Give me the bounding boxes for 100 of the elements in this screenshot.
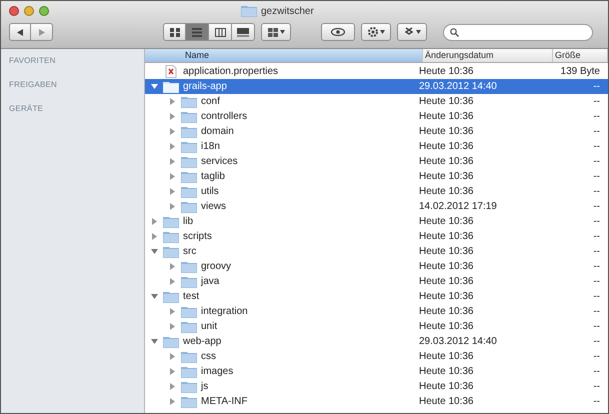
gear-icon bbox=[368, 27, 378, 37]
file-row[interactable]: test Heute 10:36 -- bbox=[145, 289, 608, 304]
column-header[interactable]: Name bbox=[145, 49, 423, 62]
collapsed-triangle-icon[interactable] bbox=[168, 188, 176, 195]
folder-icon bbox=[181, 170, 197, 182]
folder-icon bbox=[241, 5, 257, 17]
collapsed-triangle-icon[interactable] bbox=[150, 233, 158, 240]
file-row[interactable]: scripts Heute 10:36 -- bbox=[145, 229, 608, 244]
file-row[interactable]: src Heute 10:36 -- bbox=[145, 244, 608, 259]
zoom-button[interactable] bbox=[39, 6, 49, 16]
collapsed-triangle-icon[interactable] bbox=[168, 143, 176, 150]
file-row[interactable]: taglib Heute 10:36 -- bbox=[145, 169, 608, 184]
folder-icon bbox=[181, 276, 197, 288]
file-row[interactable]: application.properties Heute 10:36 139 Byte bbox=[145, 64, 608, 79]
collapsed-triangle-icon[interactable] bbox=[168, 128, 176, 135]
quick-look-button[interactable] bbox=[321, 23, 355, 41]
folder-icon bbox=[181, 366, 197, 378]
modified-date: Heute 10:36 bbox=[419, 350, 474, 364]
eye-icon bbox=[331, 28, 345, 36]
file-row[interactable]: i18n Heute 10:36 -- bbox=[145, 139, 608, 154]
file-size: -- bbox=[592, 395, 601, 409]
view-mode-button[interactable] bbox=[209, 23, 232, 41]
file-name: utils bbox=[201, 185, 219, 199]
file-row[interactable]: grails-app 29.03.2012 14:40 -- bbox=[145, 79, 608, 94]
view-mode-button[interactable] bbox=[232, 23, 255, 41]
file-row[interactable]: META-INF Heute 10:36 -- bbox=[145, 394, 608, 409]
collapsed-triangle-icon[interactable] bbox=[168, 98, 176, 105]
collapsed-triangle-icon[interactable] bbox=[168, 368, 176, 375]
close-button[interactable] bbox=[9, 6, 19, 16]
file-row[interactable]: images Heute 10:36 -- bbox=[145, 364, 608, 379]
collapsed-triangle-icon[interactable] bbox=[168, 398, 176, 405]
expanded-triangle-icon[interactable] bbox=[150, 293, 158, 300]
collapsed-triangle-icon[interactable] bbox=[168, 278, 176, 285]
collapsed-triangle-icon[interactable] bbox=[168, 263, 176, 270]
folder-icon bbox=[181, 350, 197, 362]
file-size: -- bbox=[592, 365, 601, 379]
minimize-button[interactable] bbox=[24, 6, 34, 16]
file-name: scripts bbox=[183, 230, 212, 244]
arrange-button[interactable] bbox=[261, 23, 291, 41]
file-size: -- bbox=[592, 275, 601, 289]
file-row[interactable]: java Heute 10:36 -- bbox=[145, 274, 608, 289]
file-name: controllers bbox=[201, 110, 248, 124]
folder-icon bbox=[181, 140, 197, 152]
expanded-triangle-icon[interactable] bbox=[150, 338, 158, 345]
modified-date: Heute 10:36 bbox=[419, 185, 474, 199]
collapsed-triangle-icon[interactable] bbox=[168, 308, 176, 315]
file-row[interactable]: web-app 29.03.2012 14:40 -- bbox=[145, 334, 608, 349]
collapsed-triangle-icon[interactable] bbox=[168, 383, 176, 390]
column-header[interactable]: Änderungsdatum bbox=[423, 49, 553, 62]
file-size: -- bbox=[592, 305, 601, 319]
search-field[interactable] bbox=[443, 24, 593, 40]
modified-date: Heute 10:36 bbox=[419, 65, 474, 79]
back-button[interactable] bbox=[9, 23, 31, 41]
collapsed-triangle-icon[interactable] bbox=[168, 113, 176, 120]
collapsed-triangle-icon[interactable] bbox=[168, 323, 176, 330]
collapsed-triangle-icon[interactable] bbox=[168, 158, 176, 165]
modified-date: Heute 10:36 bbox=[419, 230, 474, 244]
collapsed-triangle-icon[interactable] bbox=[168, 353, 176, 360]
file-row[interactable]: lib Heute 10:36 -- bbox=[145, 214, 608, 229]
file-row[interactable]: css Heute 10:36 -- bbox=[145, 349, 608, 364]
collapsed-triangle-icon[interactable] bbox=[168, 203, 176, 210]
collapsed-triangle-icon[interactable] bbox=[150, 218, 158, 225]
file-row[interactable]: conf Heute 10:36 -- bbox=[145, 94, 608, 109]
icon-view-icon bbox=[170, 28, 180, 36]
file-row[interactable]: domain Heute 10:36 -- bbox=[145, 124, 608, 139]
file-row[interactable]: integration Heute 10:36 -- bbox=[145, 304, 608, 319]
modified-date: Heute 10:36 bbox=[419, 275, 474, 289]
file-row[interactable]: groovy Heute 10:36 -- bbox=[145, 259, 608, 274]
file-row[interactable]: controllers Heute 10:36 -- bbox=[145, 109, 608, 124]
modified-date: Heute 10:36 bbox=[419, 140, 474, 154]
column-header[interactable]: Größe bbox=[553, 49, 608, 62]
file-name: conf bbox=[201, 95, 220, 109]
view-mode-button[interactable] bbox=[163, 23, 186, 41]
file-size: -- bbox=[592, 200, 601, 214]
folder-icon bbox=[163, 216, 179, 228]
folder-icon bbox=[181, 320, 197, 332]
window-title: gezwitscher bbox=[261, 4, 314, 18]
folder-icon bbox=[181, 156, 197, 168]
expanded-triangle-icon[interactable] bbox=[150, 83, 158, 90]
file-row[interactable]: js Heute 10:36 -- bbox=[145, 379, 608, 394]
file-row[interactable]: utils Heute 10:36 -- bbox=[145, 184, 608, 199]
document-icon bbox=[165, 65, 177, 78]
file-name: images bbox=[201, 365, 234, 379]
search-icon bbox=[450, 28, 459, 36]
folder-icon bbox=[163, 336, 179, 348]
action-button[interactable] bbox=[361, 23, 391, 41]
file-name: js bbox=[201, 380, 208, 394]
folder-icon bbox=[163, 80, 179, 92]
sidebar-section-heading: GERÄTE bbox=[9, 103, 44, 115]
file-size: -- bbox=[592, 290, 601, 304]
file-row[interactable]: unit Heute 10:36 -- bbox=[145, 319, 608, 334]
modified-date: Heute 10:36 bbox=[419, 320, 474, 334]
modified-date: Heute 10:36 bbox=[419, 365, 474, 379]
expanded-triangle-icon[interactable] bbox=[150, 248, 158, 255]
forward-arrow-icon bbox=[38, 28, 44, 36]
share-button[interactable] bbox=[397, 23, 427, 41]
collapsed-triangle-icon[interactable] bbox=[168, 173, 176, 180]
file-row[interactable]: views 14.02.2012 17:19 -- bbox=[145, 199, 608, 214]
file-row[interactable]: services Heute 10:36 -- bbox=[145, 154, 608, 169]
file-size: -- bbox=[592, 320, 601, 334]
